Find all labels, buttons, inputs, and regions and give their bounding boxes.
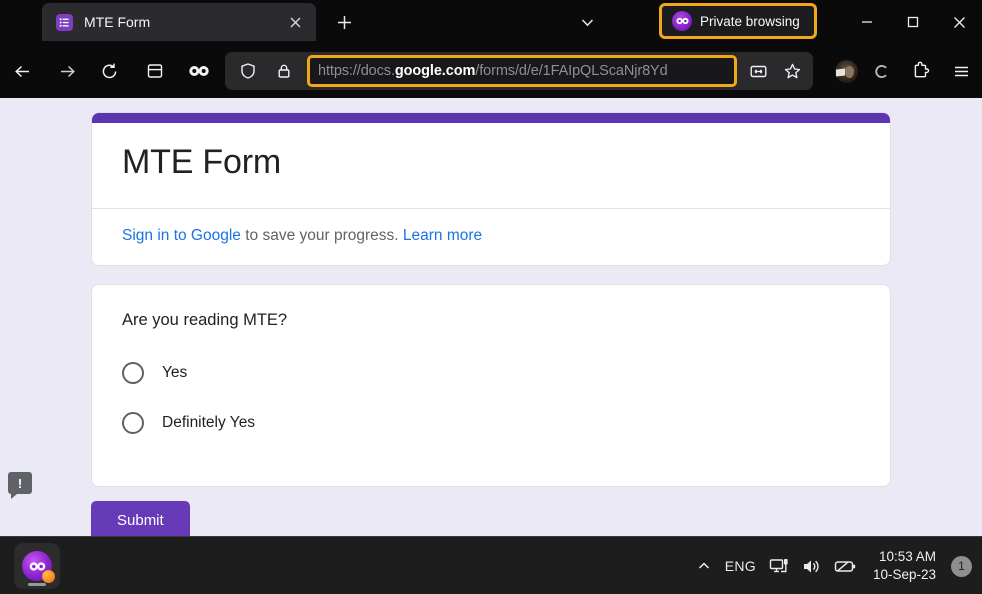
maximize-button[interactable] xyxy=(890,0,936,44)
question-title: Are you reading MTE? xyxy=(122,311,860,330)
shield-icon[interactable] xyxy=(231,54,265,88)
url-domain: google.com xyxy=(395,63,475,79)
google-forms-favicon-icon xyxy=(56,14,73,31)
radio-label: Yes xyxy=(162,364,187,382)
page-viewport: MTE Form Sign in to Google to save your … xyxy=(0,98,982,536)
address-bar[interactable]: https://docs.google.com/forms/d/e/1FAIpQ… xyxy=(307,55,737,87)
address-bar-container: https://docs.google.com/forms/d/e/1FAIpQ… xyxy=(225,52,813,90)
navigation-toolbar: https://docs.google.com/forms/d/e/1FAIpQ… xyxy=(0,44,982,98)
vertical-tabs-icon[interactable] xyxy=(138,54,172,88)
sign-in-to-google-link[interactable]: Sign in to Google xyxy=(122,227,241,244)
radio-option-yes[interactable]: Yes xyxy=(122,356,860,390)
speaker-icon[interactable] xyxy=(802,558,821,575)
tab-mte-form[interactable]: MTE Form xyxy=(42,3,316,41)
question-card: Are you reading MTE? Yes Definitely Yes xyxy=(91,284,891,487)
tray-overflow-chevron-icon[interactable] xyxy=(696,558,712,574)
taskbar-apps xyxy=(14,543,60,589)
private-browser-icon xyxy=(22,551,52,581)
taskbar-private-browser-app[interactable] xyxy=(14,543,60,589)
forward-arrow-icon[interactable] xyxy=(50,54,84,88)
back-arrow-icon[interactable] xyxy=(5,54,39,88)
url-path: /forms/d/e/1FAIpQLScaNjr8Yd xyxy=(475,63,667,79)
toolbar-right-icons xyxy=(835,54,978,88)
app-running-indicator xyxy=(28,583,46,586)
signin-middle-text: to save your progress. xyxy=(241,227,403,244)
private-mask-icon xyxy=(672,11,692,31)
battery-icon[interactable] xyxy=(834,559,856,574)
learn-more-link[interactable]: Learn more xyxy=(403,227,482,244)
feedback-label: ! xyxy=(18,477,22,490)
container-c-icon[interactable] xyxy=(864,54,898,88)
tab-close-icon[interactable] xyxy=(284,11,306,33)
minimize-button[interactable] xyxy=(844,0,890,44)
form-accent-band xyxy=(92,113,890,123)
new-tab-button[interactable] xyxy=(330,8,358,36)
radio-option-definitely-yes[interactable]: Definitely Yes xyxy=(122,406,860,440)
site-identity-group xyxy=(231,54,301,88)
bookmark-star-icon[interactable] xyxy=(775,54,809,88)
window-controls xyxy=(844,0,982,44)
network-icon[interactable] xyxy=(769,557,789,575)
close-window-button[interactable] xyxy=(936,0,982,44)
profile-avatar[interactable] xyxy=(835,60,858,83)
translate-icon[interactable] xyxy=(741,54,775,88)
radio-circle-icon[interactable] xyxy=(122,362,144,384)
private-browsing-label: Private browsing xyxy=(700,14,800,29)
form-title-section: MTE Form xyxy=(92,123,890,209)
submit-button[interactable]: Submit xyxy=(91,501,190,536)
address-bar-actions xyxy=(737,54,813,88)
tray-language-label[interactable]: ENG xyxy=(725,558,756,574)
signin-notice: Sign in to Google to save your progress.… xyxy=(92,209,890,265)
page-title: MTE Form xyxy=(122,143,860,182)
infinity-private-icon[interactable] xyxy=(182,54,216,88)
private-browsing-badge[interactable]: Private browsing xyxy=(659,3,817,39)
form-header-card: MTE Form Sign in to Google to save your … xyxy=(91,112,891,266)
screen: MTE Form xyxy=(0,0,982,594)
lock-icon[interactable] xyxy=(267,54,301,88)
url-prefix: https://docs. xyxy=(318,63,395,79)
tab-title: MTE Form xyxy=(84,14,284,30)
hamburger-menu-icon[interactable] xyxy=(944,54,978,88)
url-text: https://docs.google.com/forms/d/e/1FAIpQ… xyxy=(318,63,668,79)
browser-chrome: MTE Form xyxy=(0,0,982,98)
send-feedback-button[interactable]: ! xyxy=(8,472,32,494)
radio-label: Definitely Yes xyxy=(162,414,255,432)
tab-strip: MTE Form xyxy=(0,0,982,44)
clock[interactable]: 10:53 AM 10-Sep-23 xyxy=(873,548,936,584)
extensions-puzzle-icon[interactable] xyxy=(904,54,938,88)
radio-circle-icon[interactable] xyxy=(122,412,144,434)
notification-badge[interactable]: 1 xyxy=(951,556,972,577)
system-tray: ENG xyxy=(696,537,972,594)
list-all-tabs-icon[interactable] xyxy=(572,7,602,37)
reload-icon[interactable] xyxy=(92,54,126,88)
submit-row: Submit xyxy=(91,501,891,536)
taskbar: ENG xyxy=(0,536,982,594)
clock-date: 10-Sep-23 xyxy=(873,566,936,584)
clock-time: 10:53 AM xyxy=(873,548,936,566)
google-form: MTE Form Sign in to Google to save your … xyxy=(91,112,891,536)
